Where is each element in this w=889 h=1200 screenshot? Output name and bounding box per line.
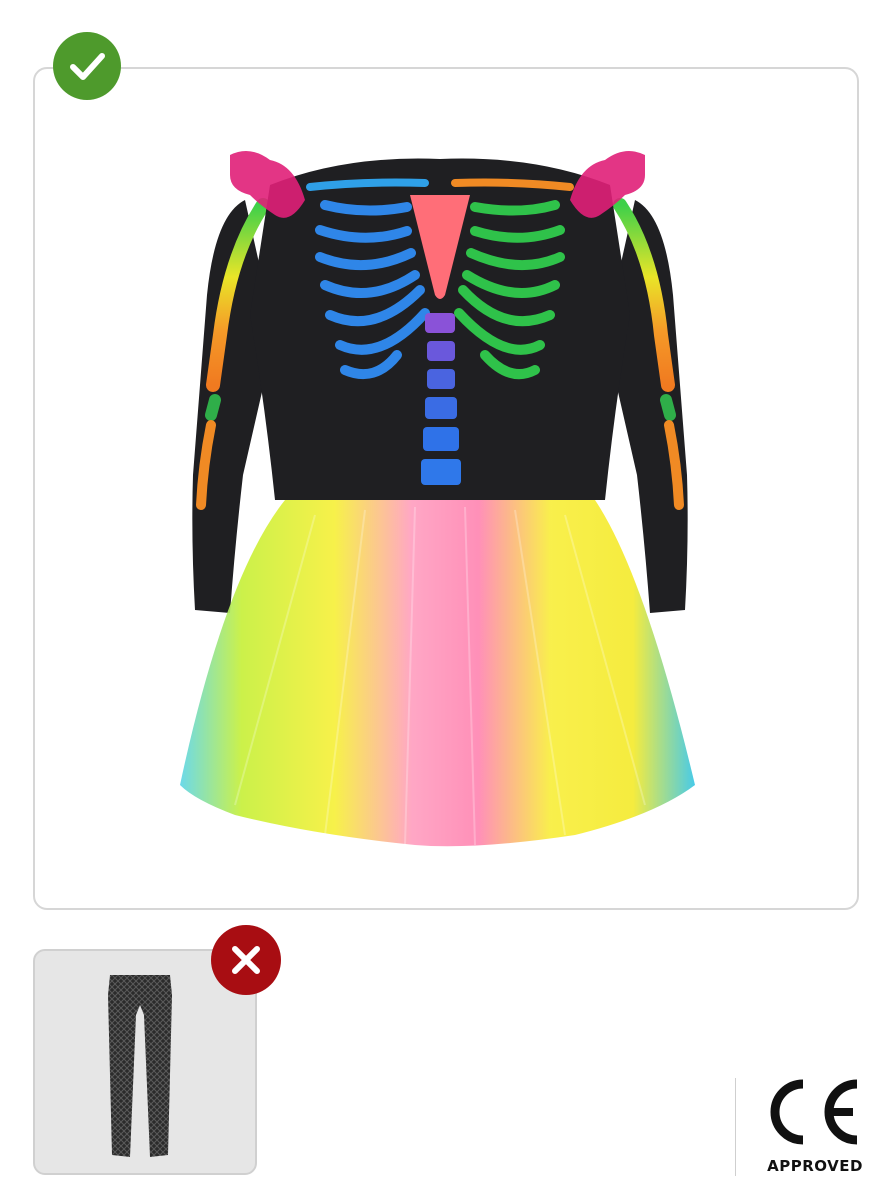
ce-mark-icon [770, 1079, 858, 1145]
close-icon [211, 925, 281, 995]
ce-approved-label: APPROVED [767, 1157, 863, 1175]
tights-image [108, 975, 172, 1157]
costume-dress-image [180, 151, 695, 847]
divider [735, 1078, 736, 1176]
check-icon [53, 32, 121, 100]
